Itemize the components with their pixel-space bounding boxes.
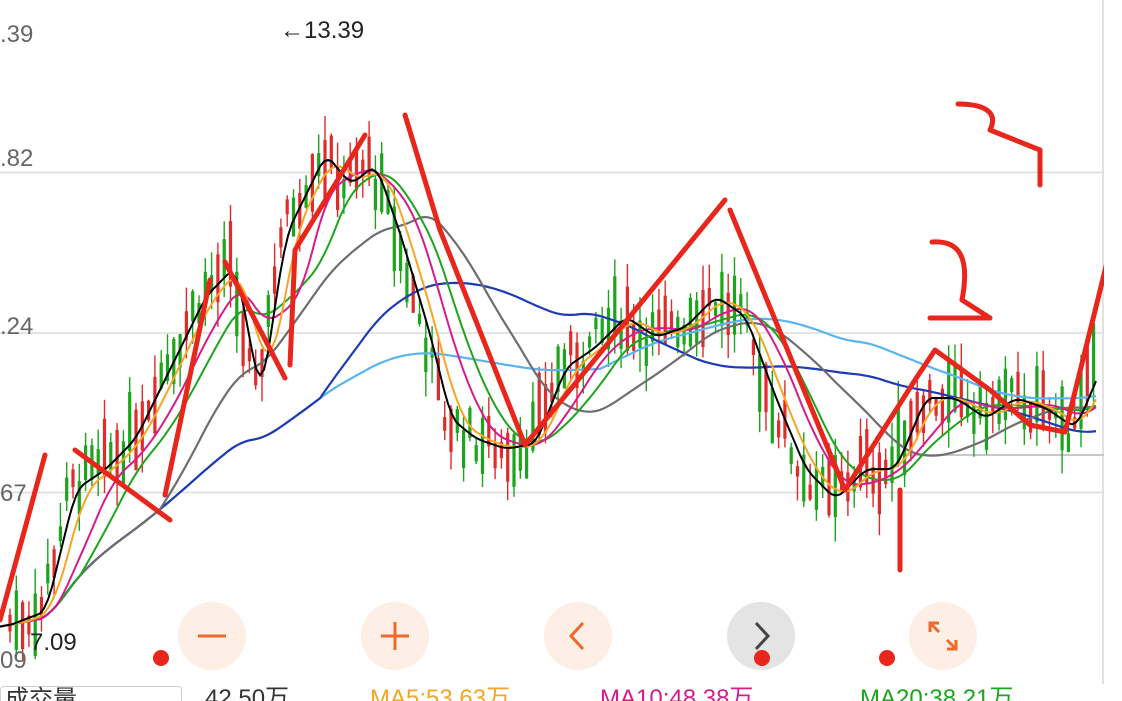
candles [8,115,1096,662]
candle-body [191,291,195,322]
candle-body [795,466,800,477]
candle-body [959,366,963,418]
candle-body [714,302,718,317]
y-axis-label-max: .39 [0,21,34,48]
candle-body [1016,371,1020,404]
candle-body [808,484,812,500]
expand-icon [928,621,958,651]
annotation-stroke [927,239,993,321]
annotation-stroke [402,112,728,448]
candle-body [417,313,422,325]
candle-body [241,312,245,366]
candle-body [984,403,989,450]
candle-body [247,348,251,362]
candle-body [1010,378,1014,393]
candle-body [65,477,69,501]
candle-body [480,418,485,474]
candle-body [77,481,81,515]
candle-body [266,295,270,327]
ma10-line [0,165,1097,628]
candle-body [663,295,667,345]
max-price-marker: ←13.39 [280,17,364,44]
candle-body [1035,366,1039,423]
candle-body [1092,323,1096,387]
candle-body [373,178,377,211]
candle-body [814,467,818,510]
chevron-right-icon [754,621,771,651]
candle-body [890,446,894,483]
annotation-dot [879,650,895,666]
candle-body [474,445,478,462]
candle-body [14,590,18,650]
y-axis-label-4: 67 [0,480,27,507]
candle-body [562,349,566,389]
candle-body [279,227,283,248]
zoom-in-button[interactable] [361,602,429,670]
fullscreen-button[interactable] [909,602,977,670]
y-axis-label-2: .82 [0,145,34,172]
volume-tab[interactable]: 成交量 [0,686,182,701]
candle-body [462,430,466,469]
annotation-dot [153,650,169,666]
chevron-left-icon [568,621,585,651]
candle-body [877,452,881,515]
candle-body [71,469,75,488]
plus-icon [381,622,409,650]
candle-body [726,292,730,336]
candle-body [424,337,428,373]
annotation-stroke [727,207,1104,493]
candle-body [525,443,529,479]
volume-value: 42.50万 [205,685,290,701]
candle-body [770,387,774,444]
chart-grid [0,0,1104,684]
candle-body [121,441,125,485]
ma5-line [0,158,1097,628]
candle-body [789,447,793,464]
candle-body [588,336,592,348]
candle-body [669,311,674,328]
candle-body [323,140,327,200]
candle-body [644,338,648,367]
candle-body [915,391,919,433]
candle-body [909,400,913,454]
candle-body [720,271,724,327]
candle-body [443,417,447,431]
volume-ma5: MA5:53.63万 [370,685,511,701]
candle-body [58,526,62,542]
volume-ma10: MA10:48.38万 [600,685,754,701]
candle-body [329,135,333,169]
candle-body [21,602,25,650]
candle-body [569,331,573,356]
minus-icon [198,634,226,638]
candlestick-chart: ←13.39 7.09 [0,0,1104,684]
y-axis-label-min: 09 [0,647,27,674]
handwritten-annotations [0,101,1104,623]
pan-left-button[interactable] [544,602,612,670]
candle-body [153,376,157,434]
candle-body [777,420,781,438]
min-price-marker: 7.09 [30,629,77,656]
ma250-line [0,317,1097,628]
candle-body [594,317,598,330]
moving-average-lines [0,158,1097,628]
candle-body [273,266,277,294]
candle-body [84,445,88,481]
volume-bar: 成交量 42.50万 MA5:53.63万 MA10:48.38万 MA20:3… [0,684,1122,701]
annotation-dot [754,650,770,666]
candle-body [493,443,497,469]
candle-body [896,405,900,463]
candle-body [1066,433,1070,453]
candle-body [222,239,226,278]
candle-body [543,384,548,433]
candle-body [46,563,50,584]
y-axis-label-3: .24 [0,313,34,340]
candle-body [758,354,762,412]
candle-body [953,361,957,412]
zoom-out-button[interactable] [178,602,246,670]
candle-body [871,467,875,494]
candle-body [827,460,831,516]
volume-ma20: MA20:38.21万 [860,685,1014,701]
candle-body [285,199,289,215]
candle-body [8,614,12,632]
